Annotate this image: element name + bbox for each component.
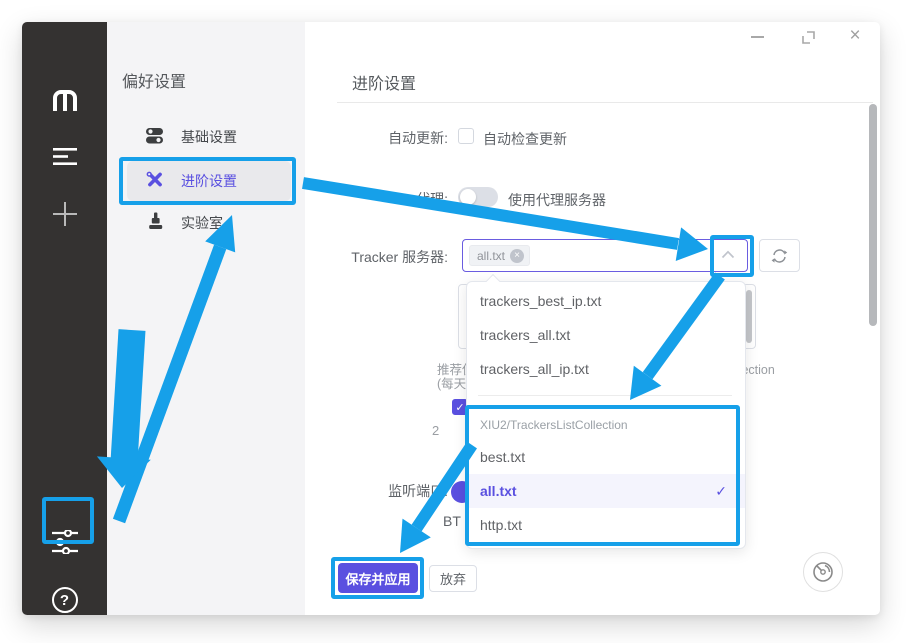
sidebar-item-basic-settings[interactable]: 基础设置 — [145, 126, 237, 148]
auto-update-label: 自动更新: — [288, 128, 448, 148]
sidebar-item-label: 基础设置 — [181, 127, 237, 147]
tracker-tag-chip: all.txt × — [469, 245, 530, 266]
close-button[interactable]: × — [845, 26, 865, 46]
auto-update-checkbox[interactable] — [458, 128, 474, 144]
dropdown-divider — [478, 395, 732, 396]
sync-trackers-button[interactable] — [759, 239, 800, 272]
task-list-icon[interactable] — [22, 147, 107, 167]
proxy-toggle-label: 使用代理服务器 — [508, 190, 606, 210]
discard-button[interactable]: 放弃 — [429, 565, 477, 592]
proxy-toggle[interactable] — [458, 187, 498, 207]
toggle-knob — [460, 189, 476, 205]
auto-update-checkbox-label: 自动检查更新 — [483, 129, 567, 149]
tag-label: all.txt — [477, 249, 505, 263]
lab-icon — [147, 212, 164, 234]
close-icon: × — [849, 25, 860, 47]
preferences-title: 偏好设置 — [122, 68, 186, 92]
tracker-server-label: Tracker 服务器: — [288, 247, 448, 267]
minimize-button[interactable] — [748, 30, 766, 44]
dropdown-item[interactable]: trackers_all_ip.txt — [467, 352, 745, 386]
sync-icon — [771, 248, 788, 264]
textarea-scrollbar-thumb[interactable] — [746, 290, 752, 343]
main-scrollbar-thumb[interactable] — [869, 104, 877, 326]
page-title: 进阶设置 — [352, 70, 416, 94]
minimize-icon — [751, 36, 764, 38]
speedometer-icon — [811, 560, 835, 584]
add-task-icon[interactable] — [22, 202, 107, 226]
help-glyph: ? — [52, 587, 78, 613]
sidebar-item-label: 实验室 — [181, 213, 223, 233]
proxy-label: 代理: — [288, 189, 448, 209]
motrix-logo-icon — [22, 84, 107, 116]
dropdown-item[interactable]: trackers_all.txt — [467, 318, 745, 352]
highlight-box-save-button — [331, 557, 424, 599]
listen-port-label: 监听端口: — [288, 481, 448, 501]
maximize-button[interactable] — [799, 28, 817, 46]
sidebar-item-lab[interactable]: 实验室 — [147, 212, 223, 234]
highlight-box-preferences-icon — [42, 497, 94, 544]
highlight-box-dropdown-group — [465, 405, 740, 546]
basic-settings-icon — [145, 126, 164, 148]
maximize-icon — [801, 30, 816, 45]
highlight-box-advanced-settings — [119, 157, 296, 205]
preferences-nav-panel — [107, 22, 305, 615]
highlight-box-chevron — [710, 235, 754, 277]
bt-text-fragment: BT — [443, 513, 461, 529]
sync-note-fragment: 2 — [432, 423, 439, 438]
title-divider — [337, 102, 873, 103]
check-glyph: ✓ — [455, 401, 464, 414]
dropdown-item[interactable]: trackers_best_ip.txt — [467, 284, 745, 318]
help-icon[interactable]: ? — [22, 586, 107, 614]
tag-close-icon[interactable]: × — [510, 249, 524, 263]
screenshot-canvas: ? 偏好设置 基础设置 进阶设置 实验室 — [0, 0, 906, 643]
speed-limit-fab[interactable] — [803, 552, 843, 592]
